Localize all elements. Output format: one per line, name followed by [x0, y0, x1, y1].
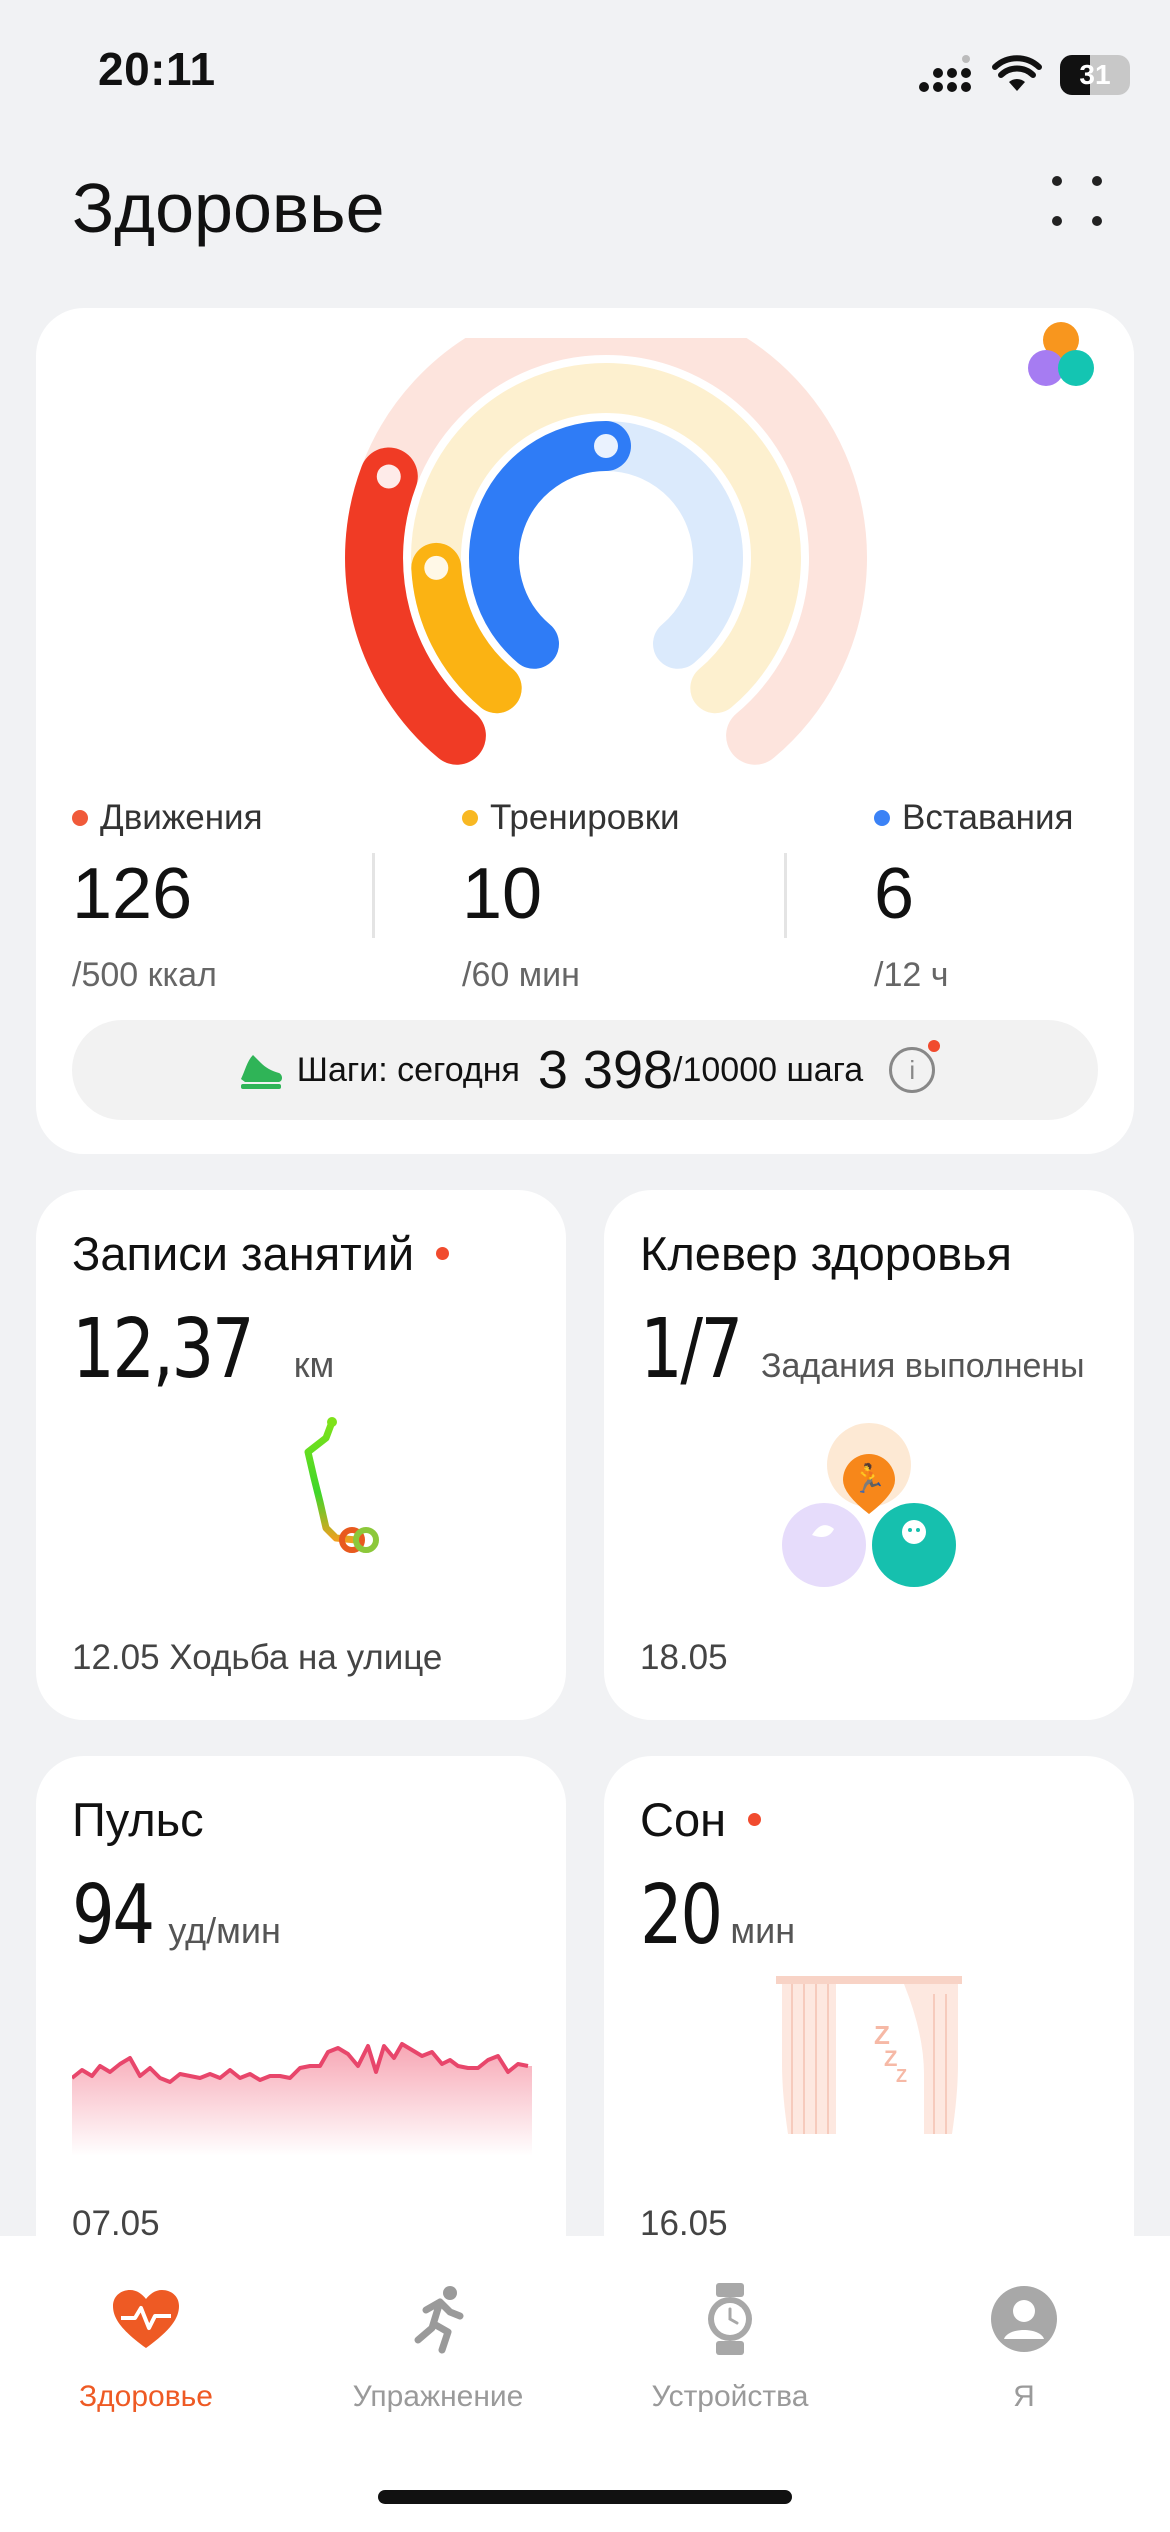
move-dot — [72, 810, 88, 826]
clover-icon — [1028, 322, 1094, 386]
running-icon — [414, 2286, 464, 2354]
distance-value: 12,37 — [72, 1302, 255, 1397]
metric-move[interactable]: Движения 126 /500 ккал — [72, 798, 402, 995]
stand-ring — [469, 421, 631, 669]
divider — [372, 853, 375, 938]
pulse-value: 94 — [72, 1868, 155, 1963]
watch-icon — [708, 2283, 752, 2355]
metric-stand[interactable]: Вставания 6 /12 ч — [874, 798, 1134, 995]
running-icon — [424, 555, 449, 580]
activity-rings — [345, 338, 867, 765]
signal-icon — [919, 55, 971, 92]
tab-exercise[interactable]: Упражнение — [308, 2276, 568, 2414]
workouts-card[interactable]: Записи занятий 12,37 км 12.05 Ходьба на у… — [36, 1190, 566, 1720]
heart-pulse-icon — [113, 2290, 179, 2348]
svg-text:🏃: 🏃 — [852, 1462, 887, 1495]
clover-illustration: 🏃 — [782, 1423, 956, 1587]
metric-exercise[interactable]: Тренировки 10 /60 мин — [462, 798, 792, 995]
route-map — [304, 1417, 379, 1553]
pulse-unit: уд/мин — [168, 1910, 281, 1951]
status-icons: 31 — [918, 50, 1130, 100]
pulse-chart — [72, 2042, 532, 2156]
notification-dot — [436, 1247, 450, 1260]
tab-health[interactable]: Здоровье — [16, 2276, 276, 2414]
sleep-curtain-illustration: Z Z Z — [776, 1976, 962, 2134]
home-indicator[interactable] — [378, 2490, 792, 2504]
move-value: 126 — [72, 854, 193, 934]
standing-icon — [594, 434, 618, 458]
workout-footer: 12.05 Ходьба на улице — [72, 1638, 443, 1677]
health-clover-card[interactable]: Клевер здоровья 1/7 Задания выполнены 🏃 1… — [604, 1190, 1134, 1720]
card-title: Пульс — [72, 1793, 204, 1846]
sleep-unit: мин — [730, 1910, 796, 1951]
stand-value: 6 — [874, 854, 915, 934]
wifi-icon — [992, 55, 1042, 91]
status-time: 20:11 — [98, 43, 216, 95]
page-title: Здоровье — [72, 169, 385, 247]
notification-dot — [748, 1813, 762, 1826]
shoe-icon — [240, 1055, 282, 1089]
pulse-card[interactable]: Пульс 94 уд/мин 07.05 — [36, 1756, 566, 2286]
more-options-button[interactable] — [1052, 176, 1108, 232]
steps-label: Шаги: сегодня — [296, 1050, 520, 1089]
move-goal: /500 ккал — [72, 956, 217, 994]
exercise-dot — [462, 810, 478, 826]
distance-unit: км — [293, 1344, 335, 1385]
steps-summary[interactable]: Шаги: сегодня 3 398/10000 шага i — [72, 1020, 1098, 1120]
svg-text:Z: Z — [896, 2066, 907, 2086]
exercise-value: 10 — [462, 854, 543, 934]
clover-unit: Задания выполнены — [760, 1347, 1085, 1385]
card-title: Клевер здоровья — [640, 1227, 1012, 1280]
clover-shortcut[interactable] — [984, 308, 1134, 400]
card-title: Сон — [640, 1793, 727, 1846]
stand-goal: /12 ч — [874, 956, 949, 994]
bottom-tab-bar: Здоровье Упражнение Устройства Я — [0, 2236, 1170, 2532]
steps-value: 3 398 — [537, 1040, 674, 1100]
info-icon[interactable]: i — [889, 1040, 941, 1093]
divider — [784, 853, 787, 938]
clover-footer: 18.05 — [640, 1638, 728, 1677]
flame-icon — [376, 464, 401, 489]
battery-indicator: 31 — [1060, 55, 1130, 95]
tab-devices[interactable]: Устройства — [600, 2276, 860, 2414]
sleep-card[interactable]: Сон 20 мин Z Z Z 16.05 — [604, 1756, 1134, 2286]
exercise-goal: /60 мин — [462, 956, 580, 994]
profile-icon — [991, 2286, 1057, 2352]
steps-goal: /10000 шага — [673, 1050, 864, 1089]
activity-rings-card[interactable]: Движения 126 /500 ккал Тренировки 10 /60… — [36, 308, 1134, 1154]
card-title: Записи занятий — [72, 1227, 415, 1280]
clover-value: 1/7 — [640, 1302, 743, 1397]
sleep-value: 20 — [640, 1868, 723, 1963]
stand-dot — [874, 810, 890, 826]
tab-me[interactable]: Я — [894, 2276, 1154, 2414]
